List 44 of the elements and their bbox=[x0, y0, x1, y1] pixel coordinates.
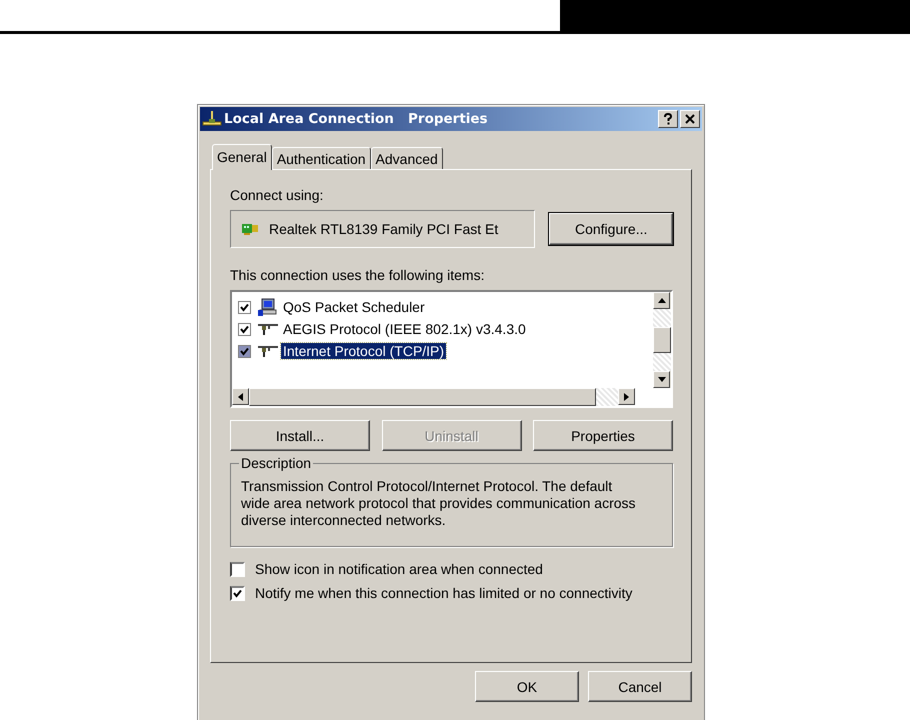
network-icon bbox=[202, 110, 222, 128]
close-button[interactable] bbox=[680, 110, 700, 128]
option-label: Notify me when this connection has limited or no connectivity bbox=[255, 585, 632, 601]
dialog-button[interactable]: OK bbox=[475, 671, 579, 702]
window-title: Local Area Connection Properties bbox=[224, 111, 489, 127]
items-label: This connection uses the following items: bbox=[230, 266, 486, 284]
adapter-name: Realtek RTL8139 Family PCI Fast Et bbox=[269, 221, 498, 237]
description-text: Transmission Control Protocol/Internet Protocol. The default wide area network protocol that provides communication across diverse interconnected networks. bbox=[241, 478, 636, 529]
help-icon bbox=[663, 113, 673, 125]
checkbox[interactable] bbox=[230, 586, 245, 600]
down-arrow-icon bbox=[658, 377, 666, 382]
protocol-icon bbox=[258, 322, 278, 336]
checkbox[interactable] bbox=[238, 322, 251, 336]
checkbox[interactable] bbox=[238, 344, 251, 358]
list-item[interactable]: Internet Protocol (TCP/IP) bbox=[281, 343, 446, 359]
protocol-icon bbox=[258, 344, 278, 358]
vertical-scrollbar[interactable] bbox=[653, 292, 671, 388]
tab[interactable]: Advanced bbox=[370, 147, 443, 169]
tab[interactable]: Authentication bbox=[272, 147, 371, 169]
check-icon bbox=[240, 302, 249, 312]
list-item[interactable]: QoS Packet Scheduler bbox=[281, 299, 427, 315]
tab[interactable]: General bbox=[212, 144, 272, 170]
list-item[interactable]: AEGIS Protocol (IEEE 802.1x) v3.4.3.0 bbox=[281, 321, 528, 337]
item-action-button[interactable]: Install... bbox=[230, 420, 370, 451]
checkbox[interactable] bbox=[238, 300, 251, 314]
dialog-button[interactable]: Cancel bbox=[588, 671, 692, 702]
network-card-icon bbox=[241, 222, 259, 236]
check-icon bbox=[240, 324, 249, 334]
scrollbar-thumb[interactable] bbox=[249, 388, 596, 406]
check-icon bbox=[233, 588, 242, 598]
description-title: Description bbox=[239, 455, 314, 471]
help-button[interactable] bbox=[658, 110, 678, 128]
check-icon bbox=[240, 346, 249, 356]
close-icon bbox=[685, 114, 695, 124]
checkbox[interactable] bbox=[230, 562, 245, 576]
left-arrow-icon bbox=[238, 392, 243, 400]
right-arrow-icon bbox=[624, 392, 629, 400]
option-label: Show icon in notification area when connected bbox=[255, 561, 543, 577]
connect-using-label: Connect using: bbox=[230, 186, 324, 204]
up-arrow-icon bbox=[658, 298, 666, 303]
scrollbar-thumb[interactable] bbox=[653, 327, 671, 353]
item-action-button[interactable]: Properties bbox=[533, 420, 673, 451]
computer-icon bbox=[258, 298, 278, 316]
configure-button[interactable]: Configure... bbox=[549, 213, 673, 245]
